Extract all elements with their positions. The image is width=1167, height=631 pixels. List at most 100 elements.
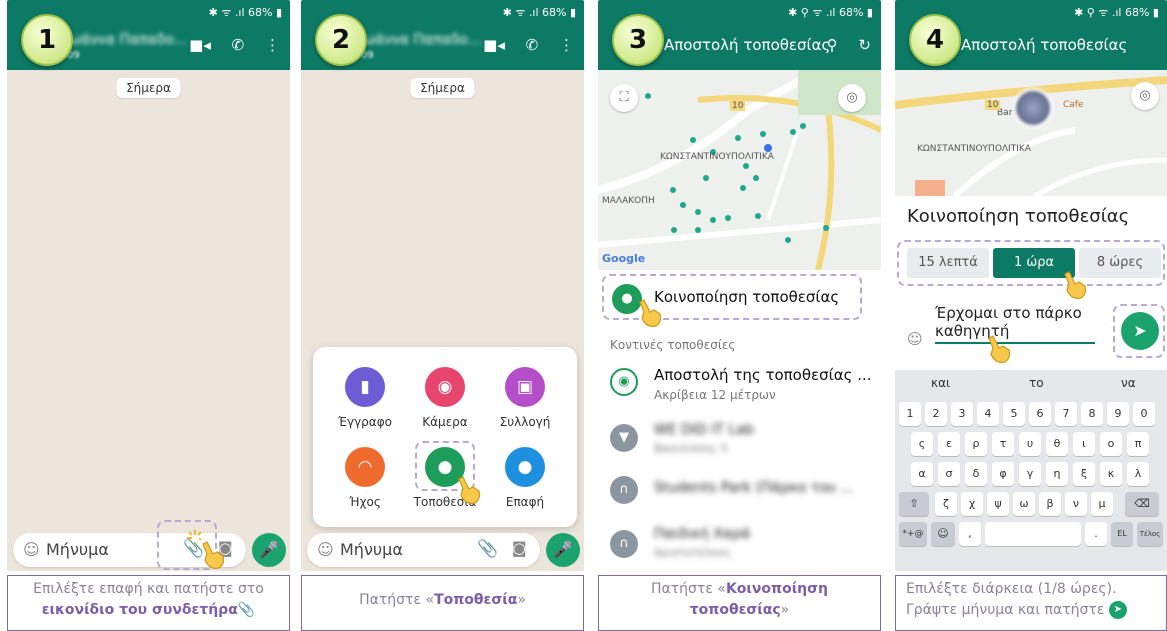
key[interactable]: 2 [925,402,947,426]
key[interactable]: χ [961,492,983,516]
key[interactable]: 9 [1107,402,1129,426]
shift-key[interactable]: ⇧ [899,492,929,516]
emoji-key[interactable]: ☺ [931,522,955,546]
video-call-icon[interactable]: ■◂ [189,36,211,54]
attach-contact[interactable]: ● Επαφή [485,447,565,509]
video-call-icon[interactable]: ■◂ [483,36,505,54]
period-key[interactable]: . [1085,522,1107,546]
my-location-icon[interactable]: ◎ [838,84,866,112]
space-key[interactable] [985,522,1081,546]
message-input[interactable]: ☺ Μήνυμα 📎 ◙ [307,533,540,567]
emoji-icon[interactable]: ☺ [907,330,923,348]
map-view[interactable]: ΚΩΝΣΤΑΝΤΙΝΟΥΠΟΛΙΤΙΚΑ ΜΑΛΑΚΟΠΗ Google 10 … [598,70,881,270]
key[interactable]: ι [1073,432,1095,456]
key[interactable]: τ [992,432,1014,456]
fullscreen-icon[interactable]: ⛶ [610,84,638,112]
suggestion[interactable]: και [931,376,950,390]
accuracy-label: Ακρίβεια 12 μέτρων [654,388,776,402]
contact-person-icon: ● [505,447,545,487]
caption-text-end: » [517,592,526,608]
language-key[interactable]: EL [1111,522,1133,546]
more-options-icon[interactable]: ⋮ [559,36,574,54]
key[interactable]: ν [1065,492,1087,516]
step-caption: Πατήστε «Τοποθεσία» [301,575,584,631]
place-name: WE DID IT Lab [654,422,754,438]
contact-name[interactable]: Ιωάννα Παπαδο... [65,32,187,48]
emoji-icon[interactable]: ☺ [317,540,334,559]
status-indicators: ✱ ⚲ ᯤ .ıl 68% ▮ [1074,6,1159,19]
key[interactable]: α [911,462,933,486]
attach-document[interactable]: ▮ Έγγραφο [325,367,405,429]
send-current-location-row[interactable]: ◉ Αποστολή της τοποθεσίας ... Ακρίβεια 1… [598,356,881,412]
attach-audio[interactable]: ◠ Ήχος [325,447,405,509]
caption-line-1: Επιλέξτε διάρκεια (1/8 ώρες). [906,581,1117,597]
caption-message-input[interactable]: Έρχομαι στο πάρκο καθηγητή [935,304,1095,344]
more-options-icon[interactable]: ⋮ [265,36,280,54]
share-live-location-row[interactable]: ● Κοινοποίηση τοποθεσίας [598,270,881,328]
highlight-send [1113,304,1165,358]
key[interactable]: 1 [899,402,921,426]
phone-icon[interactable]: ✆ [526,36,539,54]
paperclip-icon[interactable]: 📎 [477,539,498,559]
key[interactable]: ς [911,432,933,456]
key[interactable]: ζ [935,492,957,516]
key[interactable]: ξ [1073,462,1095,486]
phone-screen: ✱ ⚲ ᯤ .ıl 68% ▮ Αποστολή τοποθεσίας ⚲ ↻ [598,0,881,571]
key[interactable]: 3 [951,402,973,426]
key[interactable]: θ [1046,432,1068,456]
key[interactable]: δ [965,462,987,486]
key[interactable]: γ [1019,462,1041,486]
contact-name[interactable]: Ιωάννα Παπαδο... [359,32,481,48]
key[interactable]: 4 [977,402,999,426]
key[interactable]: β [1039,492,1061,516]
suggestion[interactable]: το [1029,376,1044,390]
done-key[interactable]: Τέλος [1137,522,1163,546]
nearby-header: Κοντινές τοποθεσίες [610,338,736,352]
tap-hand-icon [458,476,481,504]
place-row[interactable]: ∩ Students Park (Πάρκο του ... [598,464,881,516]
key[interactable]: ψ [987,492,1009,516]
microphone-button[interactable]: 🎤 [252,533,286,567]
key[interactable]: φ [992,462,1014,486]
comma-key[interactable]: , [959,522,981,546]
key[interactable]: κ [1100,462,1122,486]
attach-camera[interactable]: ◉ Κάμερα [405,367,485,429]
suggestion[interactable]: να [1121,376,1136,390]
attach-label: Επαφή [505,495,545,509]
key[interactable]: 7 [1055,402,1077,426]
key[interactable]: π [1127,432,1149,456]
key[interactable]: 6 [1029,402,1051,426]
key[interactable]: η [1046,462,1068,486]
key[interactable]: υ [1019,432,1041,456]
key[interactable]: ρ [965,432,987,456]
keyboard-suggestions: και το να [895,370,1167,396]
place-row[interactable]: ∩ Παιδική Χαρά Αριστοτέλους [598,516,881,571]
chat-area: Σήμερα [7,70,290,571]
caption-bold: Τοποθεσία [434,592,518,608]
microphone-button[interactable]: 🎤 [546,533,580,567]
key[interactable]: ε [938,432,960,456]
key[interactable]: 5 [1003,402,1025,426]
date-chip: Σήμερα [116,78,181,98]
key[interactable]: 0 [1133,402,1155,426]
attach-gallery[interactable]: ▣ Συλλογή [485,367,565,429]
nearby-header-row: Κοντινές τοποθεσίες [598,328,881,356]
refresh-icon[interactable]: ↻ [858,36,871,54]
key[interactable]: μ [1091,492,1113,516]
my-location-icon[interactable]: ◎ [1131,82,1159,110]
key[interactable]: σ [938,462,960,486]
key[interactable]: ο [1100,432,1122,456]
symbols-key[interactable]: *+@ [899,522,927,546]
emoji-icon[interactable]: ☺ [23,540,40,559]
camera-icon[interactable]: ◙ [512,539,527,557]
backspace-key[interactable]: ⌫ [1125,492,1159,516]
key[interactable]: λ [1127,462,1149,486]
place-row[interactable]: ▼ WE DID IT Lab Βασιλίσσης 5 [598,412,881,464]
key[interactable]: ω [1013,492,1035,516]
key[interactable]: 8 [1081,402,1103,426]
phone-icon[interactable]: ✆ [232,36,245,54]
map-view[interactable]: ΚΩΝΣΤΑΝΤΙΝΟΥΠΟΛΙΤΙΚΑ Bar Cafe 10 ◎ [895,70,1167,196]
search-icon[interactable]: ⚲ [827,36,838,54]
place-name: Παιδική Χαρά [654,526,751,542]
date-chip: Σήμερα [410,78,475,98]
